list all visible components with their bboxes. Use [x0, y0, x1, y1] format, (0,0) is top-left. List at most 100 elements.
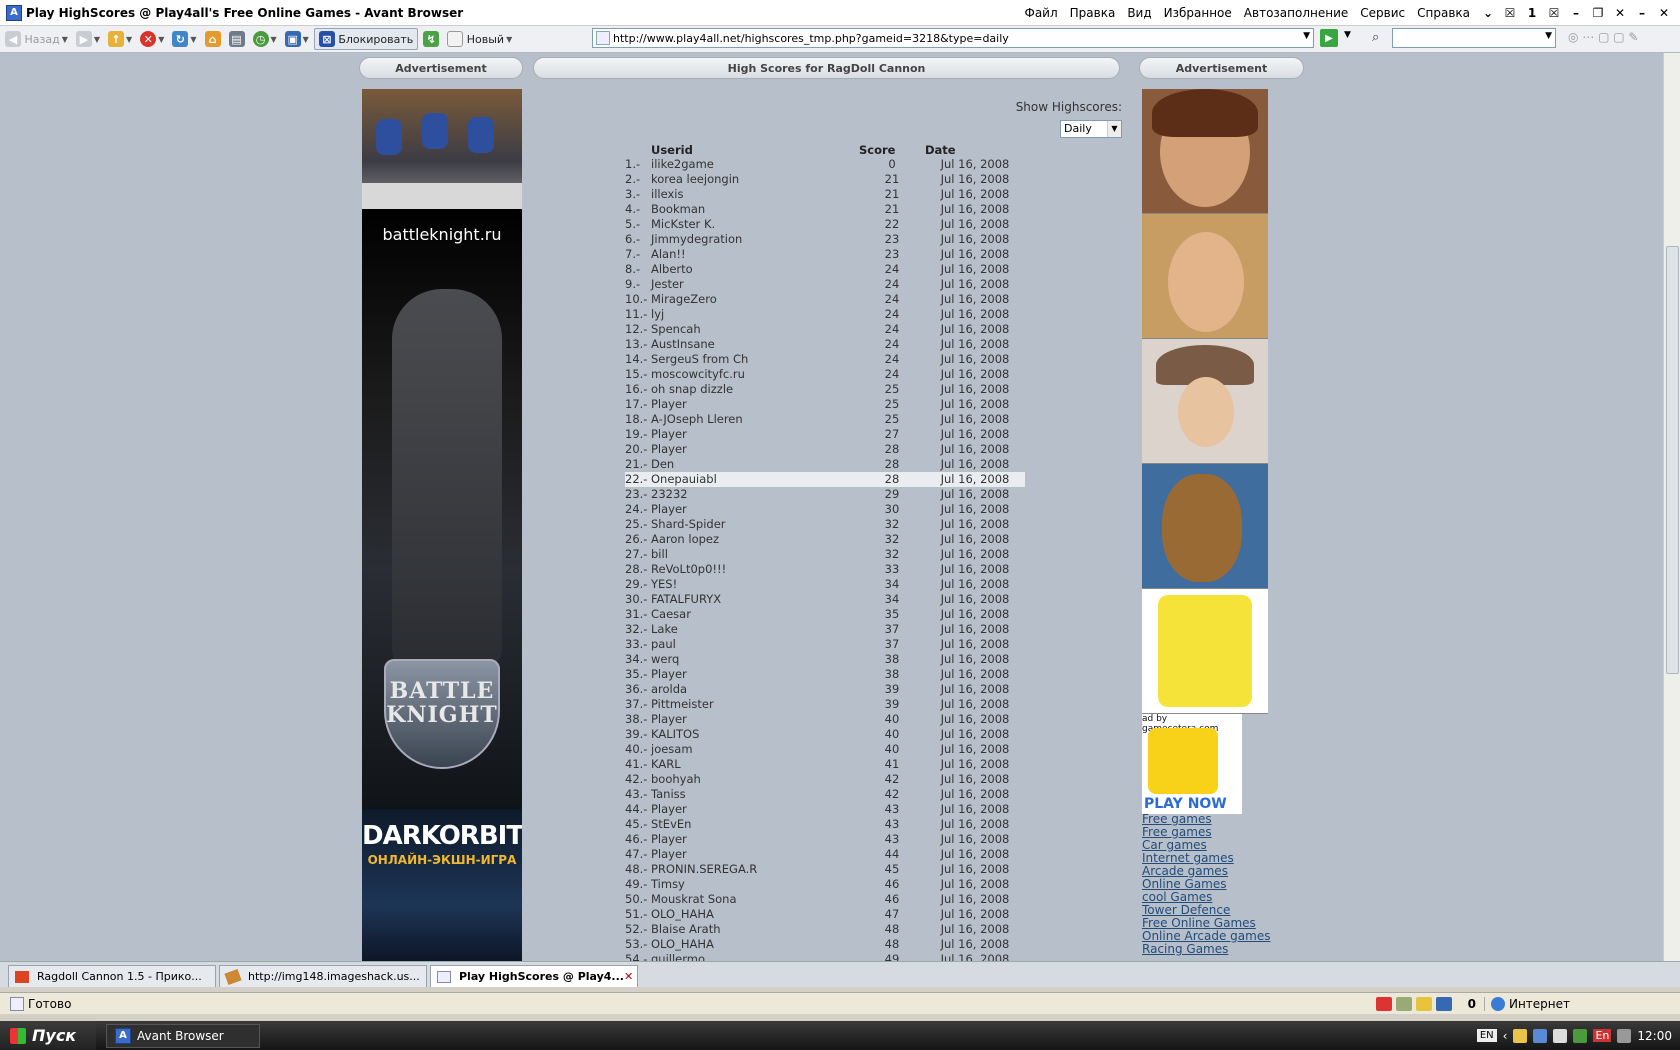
rank-cell: 27.-: [625, 547, 648, 561]
popup-blocker-icon[interactable]: [1435, 997, 1452, 1011]
taskbar-avant-browser[interactable]: A Avant Browser: [106, 1023, 260, 1048]
scooby-doo-ad[interactable]: [1142, 464, 1268, 589]
scrollbar-thumb[interactable]: [1666, 246, 1679, 674]
score-cell: 24: [884, 277, 900, 291]
volume-icon[interactable]: [1617, 1028, 1632, 1043]
language-indicator[interactable]: EN: [1476, 1029, 1497, 1042]
table-row: 35.- Player 38 Jul 16, 2008: [625, 667, 1025, 682]
search-dropdown-icon[interactable]: ▼: [1545, 31, 1552, 41]
score-cell: 25: [884, 397, 900, 411]
keyboard-layout-indicator[interactable]: En: [1593, 1029, 1612, 1042]
avant-browser-icon: A: [115, 1027, 131, 1044]
back-button[interactable]: ◀ Назад ▼: [2, 28, 71, 50]
page-viewport: Advertisement High Scores for RagDoll Ca…: [0, 53, 1663, 961]
menu-edit[interactable]: Правка: [1064, 6, 1122, 20]
date-cell: Jul 16, 2008: [940, 187, 1010, 201]
flash-filter-button[interactable]: ↯: [420, 28, 442, 50]
close-tab-icon[interactable]: ✕: [624, 970, 633, 983]
safely-remove-icon[interactable]: [1553, 1028, 1568, 1043]
layout-button[interactable]: ▣ ▼: [282, 28, 312, 50]
motocross-ad[interactable]: [362, 89, 522, 209]
userid-cell: 23232: [651, 487, 688, 501]
home-button[interactable]: ⌂: [202, 28, 224, 50]
table-row: 1.- ilike2game 0 Jul 16, 2008: [625, 157, 1025, 172]
tab-highscores[interactable]: Play HighScores @ Play4... ✕: [430, 965, 638, 987]
highscore-period-select[interactable]: Daily ▼: [1060, 120, 1122, 138]
table-row: 38.- Player 40 Jul 16, 2008: [625, 712, 1025, 727]
favorites-button[interactable]: ▤: [226, 28, 248, 50]
stop-button[interactable]: ✕ ▼: [137, 28, 167, 50]
menu-file[interactable]: Файл: [1018, 6, 1063, 20]
score-cell: 40: [884, 727, 900, 741]
pirate-costume-ad[interactable]: [1142, 339, 1268, 464]
tab-ragdoll[interactable]: Ragdoll Cannon 1.5 - Прико...: [8, 965, 216, 987]
score-cell: 24: [884, 337, 900, 351]
block-status-icon[interactable]: [1375, 997, 1392, 1011]
vertical-scrollbar[interactable]: [1663, 53, 1680, 961]
game-link[interactable]: Racing Games: [1142, 943, 1342, 956]
table-row: 30.- FATALFURYX 34 Jul 16, 2008: [625, 592, 1025, 607]
userid-cell: YES!: [651, 577, 678, 591]
rank-cell: 32.-: [625, 622, 648, 636]
table-row: 39.- KALITOS 40 Jul 16, 2008: [625, 727, 1025, 742]
start-button[interactable]: Пуск: [0, 1021, 96, 1050]
one-window-icon[interactable]: 1: [1522, 5, 1542, 21]
doc-minimize-icon[interactable]: –: [1632, 5, 1652, 21]
rank-cell: 36.-: [625, 682, 648, 696]
userid-cell: Shard-Spider: [651, 517, 726, 531]
table-row: 40.- joesam 40 Jul 16, 2008: [625, 742, 1025, 757]
refresh-button[interactable]: ↻ ▼: [169, 28, 199, 50]
address-dropdown-icon[interactable]: ▼: [1303, 31, 1310, 41]
battleknight-ad[interactable]: battleknight.ru BATTLE KNIGHT: [362, 209, 522, 809]
doc-close-icon[interactable]: ✕: [1654, 5, 1674, 21]
go-dropdown-icon[interactable]: ▼: [1344, 30, 1351, 40]
download-icon[interactable]: [1395, 997, 1412, 1011]
play-now-ad[interactable]: ad by gamecetera.com PLAY NOW: [1142, 714, 1242, 814]
security-center-icon[interactable]: [1573, 1028, 1588, 1043]
blocked-count: 0: [1467, 997, 1476, 1011]
menu-favorites[interactable]: Избранное: [1158, 6, 1238, 20]
menu-tools[interactable]: Сервис: [1354, 6, 1411, 20]
darkorbit-ad[interactable]: DARKORBIT ОНЛАЙН-ЭКШН-ИГРА: [362, 809, 522, 961]
menu-autofill[interactable]: Автозаполнение: [1238, 6, 1354, 20]
restore-icon[interactable]: ❐: [1588, 5, 1608, 21]
menu-help[interactable]: Справка: [1411, 6, 1476, 20]
table-row: 10.- MirageZero 24 Jul 16, 2008: [625, 292, 1025, 307]
search-icon[interactable]: ⌕: [1372, 30, 1379, 45]
go-button[interactable]: ▶: [1320, 29, 1338, 47]
minimize-icon[interactable]: –: [1566, 5, 1586, 21]
close-tab-icon[interactable]: ☒: [1500, 5, 1520, 21]
history-button[interactable]: ◷ ▼: [250, 28, 280, 50]
up-folder-icon: ↑: [108, 31, 125, 47]
userid-cell: Player: [651, 667, 687, 681]
rank-cell: 52.-: [625, 922, 648, 936]
search-input[interactable]: ▼: [1392, 28, 1556, 48]
block-popups-button[interactable]: ⊠ Блокировать: [313, 28, 419, 50]
new-window-button[interactable]: Новый ▼: [444, 28, 515, 50]
address-bar[interactable]: http://www.play4all.net/highscores_tmp.p…: [592, 28, 1314, 48]
close-icon[interactable]: ✕: [1610, 5, 1630, 21]
menu-view[interactable]: Вид: [1121, 6, 1157, 20]
tray-app-icon[interactable]: [1513, 1028, 1528, 1043]
score-cell: 28: [884, 457, 900, 471]
network-icon[interactable]: [1533, 1028, 1548, 1043]
tray-expand-icon[interactable]: ‹: [1503, 1029, 1508, 1043]
search-options-icon[interactable]: ◎ ⋯ ▢ ▢ ✎: [1568, 30, 1638, 44]
flash-status-icon[interactable]: [1415, 997, 1432, 1011]
chevron-down-icon[interactable]: ⌄: [1478, 5, 1498, 21]
cartoon-girl-ad[interactable]: [1142, 89, 1268, 214]
userid-cell: arolda: [651, 682, 688, 696]
table-row: 23.- 23232 29 Jul 16, 2008: [625, 487, 1025, 502]
spongebob-ad[interactable]: [1142, 589, 1268, 714]
forward-button[interactable]: ▶ ▼: [73, 28, 103, 50]
site-favicon-icon: [15, 970, 29, 983]
blonde-portrait-ad[interactable]: [1142, 214, 1268, 339]
score-cell: 24: [884, 262, 900, 276]
darkorbit-subtitle: ОНЛАЙН-ЭКШН-ИГРА: [367, 853, 517, 867]
tab-imageshack[interactable]: http://img148.imageshack.us...: [219, 965, 427, 987]
up-button[interactable]: ↑ ▼: [105, 28, 135, 50]
table-row: 36.- arolda 39 Jul 16, 2008: [625, 682, 1025, 697]
close-all-icon[interactable]: ☒: [1544, 5, 1564, 21]
userid-cell: AustInsane: [651, 337, 715, 351]
table-row: 54.- guillermo 49 Jul 16, 2008: [625, 952, 1025, 961]
